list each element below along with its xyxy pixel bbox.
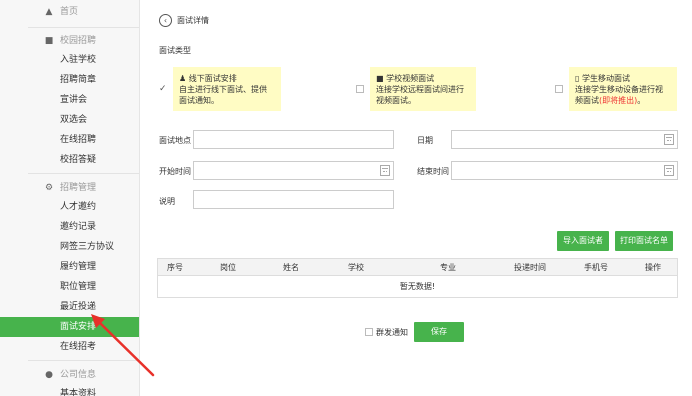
column-header: 序号 xyxy=(167,263,183,272)
column-header: 手机号 xyxy=(584,263,608,272)
sidebar-item-performance[interactable]: 履约管理 xyxy=(0,257,139,277)
sidebar-item-label: 首页 xyxy=(60,7,79,17)
column-header: 专业 xyxy=(440,263,456,272)
mobile-interview-option[interactable]: ▯ 学生移动面试 连接学生移动设备进行视 频面试(即将推出)。 xyxy=(569,67,677,111)
column-header: 学校 xyxy=(348,263,364,272)
sidebar-item-online-exam[interactable]: 在线招考 xyxy=(0,337,139,357)
offline-interview-option[interactable]: ♟ 线下面试安排 自主进行线下面试、提供 面试通知。 xyxy=(173,67,281,111)
video-camera-icon: ■ xyxy=(376,74,384,83)
table-header: 序号 岗位 姓名 学校 专业 投递时间 手机号 操作 xyxy=(158,259,677,276)
sidebar-divider xyxy=(28,360,139,361)
remark-label: 说明 xyxy=(159,197,175,206)
back-button[interactable]: ‹ xyxy=(159,14,172,27)
sidebar-group-manage[interactable]: ⚙ 招聘管理 xyxy=(0,178,139,198)
save-button[interactable]: 保存 xyxy=(414,322,464,342)
sidebar-item-tripartite[interactable]: 网签三方协议 xyxy=(0,237,139,257)
sidebar-divider xyxy=(28,173,139,174)
main-content: ‹ 面试详情 面试类型 ✓ ♟ 线下面试安排 自主进行线下面试、提供 面试通知。… xyxy=(141,0,692,396)
sidebar-item-interview-schedule[interactable]: 面试安排 xyxy=(0,317,139,337)
column-header: 操作 xyxy=(645,263,661,272)
mobile-interview-desc: 连接学生移动设备进行视 xyxy=(575,85,663,94)
mobile-phone-icon: ▯ xyxy=(575,74,580,83)
sidebar-item-qa[interactable]: 校招答疑 xyxy=(0,150,139,170)
start-time-input[interactable] xyxy=(193,161,394,180)
end-time-input[interactable] xyxy=(451,161,678,180)
sidebar-divider xyxy=(28,27,139,28)
sidebar-item-basic-info[interactable]: 基本资料 xyxy=(0,384,139,396)
date-input[interactable] xyxy=(451,130,678,149)
notify-label: 群发通知 xyxy=(376,328,408,337)
offline-interview-desc: 自主进行线下面试、提供 xyxy=(179,85,267,94)
column-header: 投递时间 xyxy=(514,263,546,272)
sidebar-item-recent-applications[interactable]: 最近投递 xyxy=(0,297,139,317)
offline-interview-checkbox[interactable]: ✓ xyxy=(159,84,167,94)
offline-interview-desc-2: 面试通知。 xyxy=(179,96,219,105)
mobile-interview-title: ▯ 学生移动面试 xyxy=(575,74,630,83)
calendar-icon[interactable] xyxy=(664,134,674,145)
calendar-icon[interactable] xyxy=(380,165,390,176)
coming-soon-note: (即将推出) xyxy=(599,96,638,105)
interviewee-table: 序号 岗位 姓名 学校 专业 投递时间 手机号 操作 暂无数据! xyxy=(157,258,678,298)
chevron-left-icon: ‹ xyxy=(163,16,168,25)
sidebar-item-positions[interactable]: 职位管理 xyxy=(0,277,139,297)
mobile-interview-checkbox[interactable] xyxy=(555,85,563,93)
page-title: 面试详情 xyxy=(177,16,209,25)
empty-state: 暂无数据! xyxy=(399,282,436,291)
sidebar-item-job-fair[interactable]: 双选会 xyxy=(0,110,139,130)
remark-input[interactable] xyxy=(193,190,394,209)
date-label: 日期 xyxy=(417,136,433,145)
offline-interview-title: ♟ 线下面试安排 xyxy=(179,74,237,83)
campus-recruit-icon: ■ xyxy=(44,36,54,46)
home-icon: ▲ xyxy=(45,7,53,17)
mobile-interview-desc-2: 频面试(即将推出)。 xyxy=(575,96,646,105)
sidebar-item-presentation[interactable]: 宣讲会 xyxy=(0,90,139,110)
location-label: 面试地点 xyxy=(159,136,191,145)
sidebar-item-talent-invite[interactable]: 人才邀约 xyxy=(0,197,139,217)
sidebar-group-campus[interactable]: ■ 校园招聘 xyxy=(0,31,139,51)
start-time-label: 开始时间 xyxy=(159,167,191,176)
check-icon: ✓ xyxy=(159,84,167,94)
location-input[interactable] xyxy=(193,130,394,149)
sidebar-group-company[interactable]: ● 公司信息 xyxy=(0,365,139,385)
import-interviewees-button[interactable]: 导入面试者 xyxy=(557,231,609,251)
column-header: 岗位 xyxy=(220,263,236,272)
school-video-interview-checkbox[interactable] xyxy=(356,85,364,93)
column-header: 姓名 xyxy=(283,263,299,272)
gear-icon: ⚙ xyxy=(44,183,54,193)
person-icon: ♟ xyxy=(179,74,187,83)
end-time-label: 结束时间 xyxy=(417,167,449,176)
sidebar-item-partner-schools[interactable]: 入驻学校 xyxy=(0,50,139,70)
sidebar-item-home[interactable]: ▲ 首页 xyxy=(0,2,139,22)
sidebar-item-online-recruit[interactable]: 在线招聘 xyxy=(0,130,139,150)
sidebar-item-brochure[interactable]: 招聘简章 xyxy=(0,70,139,90)
school-video-interview-option[interactable]: ■ 学校视频面试 连接学校远程面试间进行 视频面试。 xyxy=(370,67,476,111)
sidebar-group-label: 招聘管理 xyxy=(60,183,97,193)
sidebar-group-label: 校园招聘 xyxy=(60,36,97,46)
notify-checkbox[interactable] xyxy=(365,328,373,336)
print-list-button[interactable]: 打印面试名单 xyxy=(615,231,673,251)
user-icon: ● xyxy=(45,370,53,380)
school-video-interview-title: ■ 学校视频面试 xyxy=(376,74,435,83)
sidebar-item-invite-records[interactable]: 邀约记录 xyxy=(0,217,139,237)
calendar-icon[interactable] xyxy=(664,165,674,176)
school-video-interview-desc-2: 视频面试。 xyxy=(376,96,416,105)
sidebar-group-label: 公司信息 xyxy=(60,370,97,380)
sidebar: ▲ 首页 ■ 校园招聘 入驻学校 招聘简章 宣讲会 双选会 在线招聘 校招答疑 … xyxy=(0,0,140,396)
school-video-interview-desc: 连接学校远程面试间进行 xyxy=(376,85,464,94)
interview-type-label: 面试类型 xyxy=(159,46,191,55)
